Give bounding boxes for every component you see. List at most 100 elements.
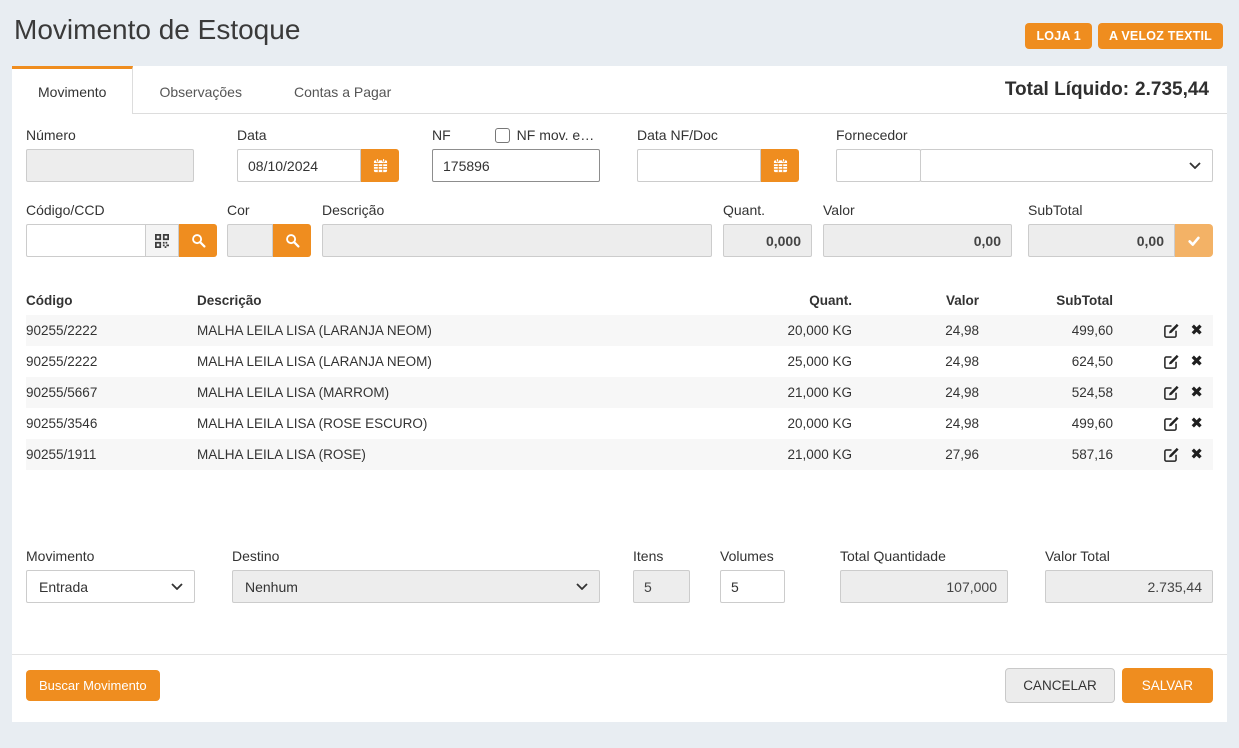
cell-subtotal: 499,60: [979, 416, 1113, 431]
tab-contas-a-pagar[interactable]: Contas a Pagar: [268, 66, 417, 114]
cell-descricao: MALHA LEILA LISA (LARANJA NEOM): [197, 354, 707, 369]
delete-row-button[interactable]: ✖: [1190, 385, 1203, 400]
data-nf-doc-input[interactable]: [637, 149, 761, 182]
cell-valor: 27,96: [852, 447, 979, 462]
edit-row-button[interactable]: [1163, 384, 1180, 401]
nf-input[interactable]: [432, 149, 600, 182]
fornecedor-select[interactable]: [920, 149, 1213, 182]
calendar-icon: [373, 158, 388, 173]
nf-field-group: NF NF mov. e…: [432, 127, 600, 182]
cell-quant: 25,000 KG: [707, 354, 852, 369]
barcode-scan-button[interactable]: [146, 224, 179, 257]
nf-checkbox-label: NF mov. e…: [517, 127, 595, 144]
subtotal-field-group: SubTotal: [1028, 202, 1213, 257]
cor-search-button[interactable]: [273, 224, 311, 257]
cell-subtotal: 499,60: [979, 323, 1113, 338]
form-row-1: Número Data: [12, 127, 1227, 182]
cell-quant: 20,000 KG: [707, 323, 852, 338]
movimento-field-group: Movimento Entrada: [26, 548, 195, 603]
edit-row-button[interactable]: [1163, 353, 1180, 370]
movimento-select[interactable]: Entrada: [26, 570, 195, 603]
cell-valor: 24,98: [852, 385, 979, 400]
tab-movimento[interactable]: Movimento: [12, 66, 133, 114]
quant-field-group: Quant.: [723, 202, 812, 257]
cell-codigo: 90255/1911: [26, 447, 197, 462]
tabstrip: Movimento Observações Contas a Pagar Tot…: [12, 66, 1227, 114]
store-button[interactable]: LOJA 1: [1025, 23, 1092, 49]
volumes-label: Volumes: [720, 548, 785, 565]
movimento-select-value: Entrada: [39, 579, 88, 595]
delete-row-button[interactable]: ✖: [1190, 416, 1203, 431]
topbar-buttons: LOJA 1 A VELOZ TEXTIL: [1025, 14, 1223, 49]
cell-codigo: 90255/5667: [26, 385, 197, 400]
numero-input: [26, 149, 194, 182]
destino-select-value: Nenhum: [245, 579, 298, 595]
edit-row-button[interactable]: [1163, 415, 1180, 432]
total-liquido-label: Total Líquido:: [1005, 79, 1129, 101]
data-label: Data: [237, 127, 399, 144]
descricao-field-group: Descrição: [322, 202, 712, 257]
valor-field-group: Valor: [823, 202, 1012, 257]
table-row: 90255/5667 MALHA LEILA LISA (MARROM) 21,…: [26, 377, 1213, 408]
volumes-input[interactable]: [720, 570, 785, 603]
confirm-item-button[interactable]: [1175, 224, 1213, 257]
cell-descricao: MALHA LEILA LISA (LARANJA NEOM): [197, 323, 707, 338]
codigo-search-button[interactable]: [179, 224, 217, 257]
valor-total-input: [1045, 570, 1213, 603]
edit-row-button[interactable]: [1163, 446, 1180, 463]
valor-input: [823, 224, 1012, 257]
company-button[interactable]: A VELOZ TEXTIL: [1098, 23, 1223, 49]
tab-observacoes[interactable]: Observações: [133, 66, 267, 114]
nf-checkbox[interactable]: [495, 128, 510, 143]
quant-input: [723, 224, 812, 257]
numero-label: Número: [26, 127, 194, 144]
table-row: 90255/2222 MALHA LEILA LISA (LARANJA NEO…: [26, 315, 1213, 346]
cell-quant: 21,000 KG: [707, 447, 852, 462]
cell-codigo: 90255/2222: [26, 354, 197, 369]
items-table-header: Código Descrição Quant. Valor SubTotal: [26, 285, 1213, 315]
buscar-movimento-button[interactable]: Buscar Movimento: [26, 670, 160, 701]
table-row: 90255/1911 MALHA LEILA LISA (ROSE) 21,00…: [26, 439, 1213, 470]
cell-quant: 20,000 KG: [707, 416, 852, 431]
col-valor: Valor: [852, 293, 979, 308]
search-icon: [285, 233, 300, 248]
fornecedor-code-input[interactable]: [836, 149, 921, 182]
cancelar-button[interactable]: CANCELAR: [1005, 668, 1115, 703]
total-quantidade-input: [840, 570, 1008, 603]
data-input[interactable]: [237, 149, 361, 182]
delete-row-button[interactable]: ✖: [1190, 323, 1203, 338]
total-liquido-value: 2.735,44: [1135, 79, 1209, 101]
cor-label: Cor: [227, 202, 311, 219]
destino-field-group: Destino Nenhum: [232, 548, 600, 603]
total-quantidade-field-group: Total Quantidade: [840, 548, 1008, 603]
numero-field-group: Número: [26, 127, 194, 182]
itens-label: Itens: [633, 548, 690, 565]
table-row: 90255/2222 MALHA LEILA LISA (LARANJA NEO…: [26, 346, 1213, 377]
data-calendar-button[interactable]: [361, 149, 399, 182]
footer: Buscar Movimento CANCELAR SALVAR: [12, 655, 1227, 703]
cell-descricao: MALHA LEILA LISA (MARROM): [197, 385, 707, 400]
col-quant: Quant.: [707, 293, 852, 308]
valor-total-label: Valor Total: [1045, 548, 1213, 565]
total-liquido: Total Líquido: 2.735,44: [1005, 66, 1227, 114]
chevron-down-icon: [1189, 162, 1201, 169]
edit-row-button[interactable]: [1163, 322, 1180, 339]
delete-row-button[interactable]: ✖: [1190, 447, 1203, 462]
topbar: Movimento de Estoque LOJA 1 A VELOZ TEXT…: [0, 0, 1239, 66]
cell-subtotal: 587,16: [979, 447, 1113, 462]
nf-label: NF: [432, 127, 451, 144]
summary-row: Movimento Entrada Destino Nenhum Itens V…: [12, 548, 1227, 603]
table-row: 90255/3546 MALHA LEILA LISA (ROSE ESCURO…: [26, 408, 1213, 439]
subtotal-label: SubTotal: [1028, 202, 1213, 219]
data-nf-doc-calendar-button[interactable]: [761, 149, 799, 182]
codigo-ccd-input[interactable]: [26, 224, 146, 257]
salvar-button[interactable]: SALVAR: [1122, 668, 1213, 703]
chevron-down-icon: [576, 583, 588, 590]
valor-label: Valor: [823, 202, 1012, 219]
delete-row-button[interactable]: ✖: [1190, 354, 1203, 369]
cell-valor: 24,98: [852, 354, 979, 369]
total-quantidade-label: Total Quantidade: [840, 548, 1008, 565]
page-title: Movimento de Estoque: [14, 14, 300, 46]
form-row-2: Código/CCD: [12, 202, 1227, 257]
descricao-label: Descrição: [322, 202, 712, 219]
